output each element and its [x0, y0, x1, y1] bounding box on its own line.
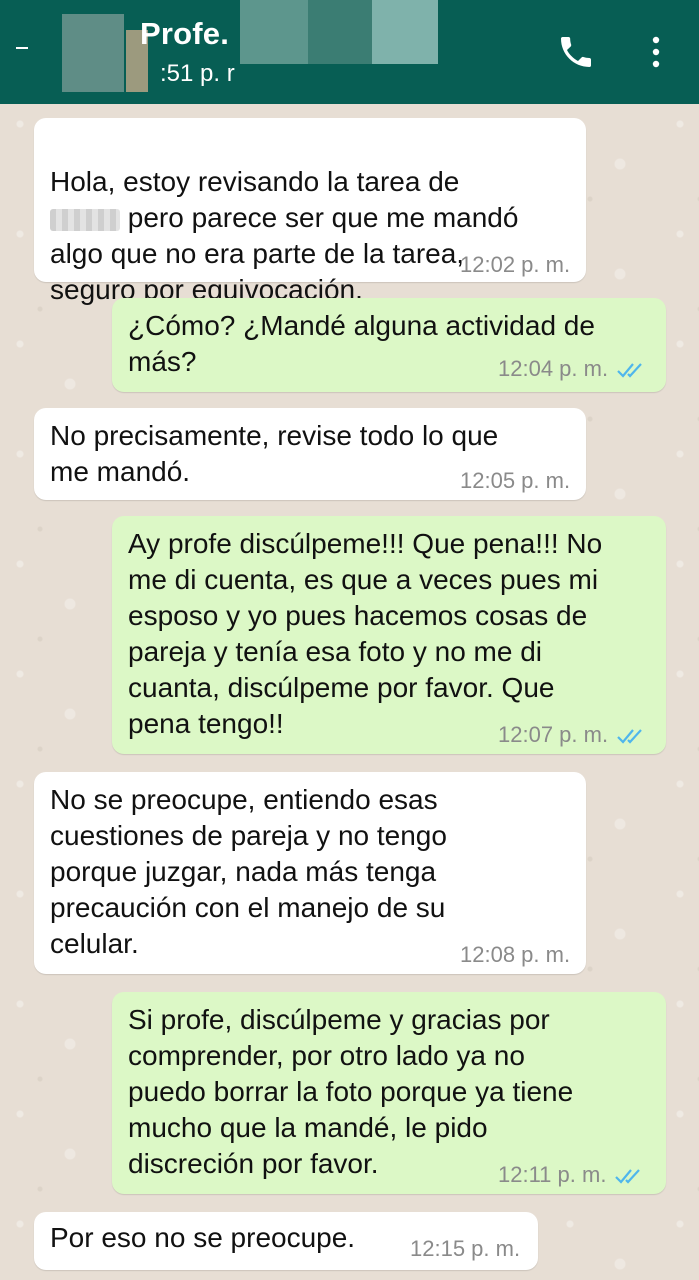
contact-name[interactable]: Profe.: [140, 16, 229, 52]
message-text: Ay profe discúlpeme!!! Que pena!!! No me…: [128, 528, 603, 739]
message-bubble-incoming[interactable]: Por eso no se preocupe. 12:15 p. m.: [34, 1212, 538, 1270]
message-text-line: Hola, estoy revisando la tarea de: [50, 166, 460, 197]
message-bubble-incoming[interactable]: Hola, estoy revisando la tarea de pero p…: [34, 118, 586, 305]
message-time-status: 12:11 p. m.: [498, 1162, 646, 1188]
message-time: 12:04 p. m.: [498, 356, 609, 381]
message-time: 12:11 p. m.: [498, 1162, 607, 1187]
chat-header: Profe. :51 p. r: [0, 0, 699, 104]
double-check-icon: [617, 729, 642, 744]
phone-icon[interactable]: [556, 32, 596, 72]
last-seen-status: :51 p. r: [160, 60, 235, 87]
avatar[interactable]: [62, 14, 124, 92]
back-arrow-icon[interactable]: [14, 40, 30, 56]
message-time: 12:08 p. m.: [460, 942, 571, 967]
message-bubble-outgoing[interactable]: Ay profe discúlpeme!!! Que pena!!! No me…: [112, 516, 666, 754]
message-bubble-outgoing[interactable]: ¿Cómo? ¿Mandé alguna actividad de más? 1…: [112, 298, 666, 392]
message-bubble-incoming[interactable]: No se preocupe, entiendo esas cuestiones…: [34, 772, 586, 974]
message-time: 12:02 p. m.: [460, 252, 571, 277]
message-time-status: 12:04 p. m.: [498, 356, 648, 382]
more-vert-icon[interactable]: [644, 32, 668, 72]
header-redaction-block: [308, 0, 372, 64]
message-text: Hola, estoy revisando la tarea de pero p…: [50, 128, 570, 308]
message-time-status: 12:07 p. m.: [498, 722, 648, 748]
header-redaction-block: [240, 0, 308, 64]
message-time: 12:07 p. m.: [498, 722, 609, 747]
message-text-line: pero parece ser que me mandó algo que no…: [50, 202, 519, 305]
message-time: 12:15 p. m.: [410, 1236, 521, 1261]
double-check-icon: [615, 1169, 641, 1184]
redacted-name: [50, 208, 120, 231]
message-text: No se preocupe, entiendo esas cuestiones…: [50, 784, 447, 959]
header-redaction-block: [372, 0, 438, 64]
message-text: Por eso no se preocupe.: [50, 1222, 356, 1253]
message-bubble-outgoing[interactable]: Si profe, discúlpeme y gracias por compr…: [112, 992, 666, 1194]
message-bubble-incoming[interactable]: No precisamente, revise todo lo que me m…: [34, 408, 586, 500]
message-text: Si profe, discúlpeme y gracias por compr…: [128, 1004, 574, 1179]
double-check-icon: [617, 363, 642, 378]
message-time: 12:05 p. m.: [460, 468, 571, 493]
